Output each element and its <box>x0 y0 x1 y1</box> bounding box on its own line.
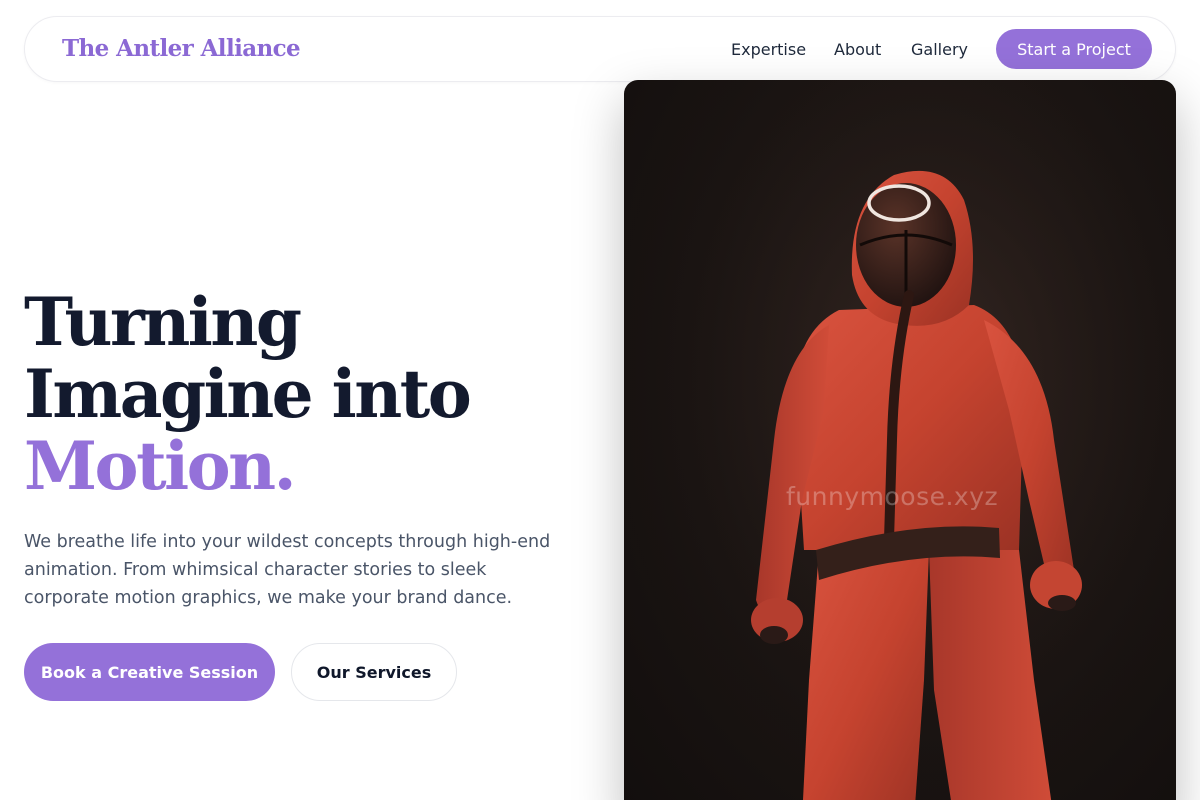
image-watermark: funnymoose.xyz <box>786 482 999 511</box>
nav-link-about[interactable]: About <box>834 40 881 59</box>
hero-description: We breathe life into your wildest concep… <box>24 532 551 608</box>
hero-title-line-2: Imagine into <box>24 355 472 433</box>
our-services-button[interactable]: Our Services <box>291 643 457 701</box>
hero-title-line-1: Turning <box>24 283 302 361</box>
hero-character-image: funnymoose.xyz <box>624 80 1176 800</box>
hero-title-accent: Motion. <box>24 427 297 505</box>
brand-logo[interactable]: The Antler Alliance <box>62 35 301 62</box>
start-project-button[interactable]: Start a Project <box>996 29 1152 69</box>
navbar: The Antler Alliance Expertise About Gall… <box>24 16 1176 82</box>
character-illustration <box>624 80 1176 800</box>
nav-link-expertise[interactable]: Expertise <box>731 40 806 59</box>
hero-title: Turning Imagine into Motion. <box>24 283 472 505</box>
book-session-button[interactable]: Book a Creative Session <box>24 643 275 701</box>
nav-link-gallery[interactable]: Gallery <box>911 40 968 59</box>
